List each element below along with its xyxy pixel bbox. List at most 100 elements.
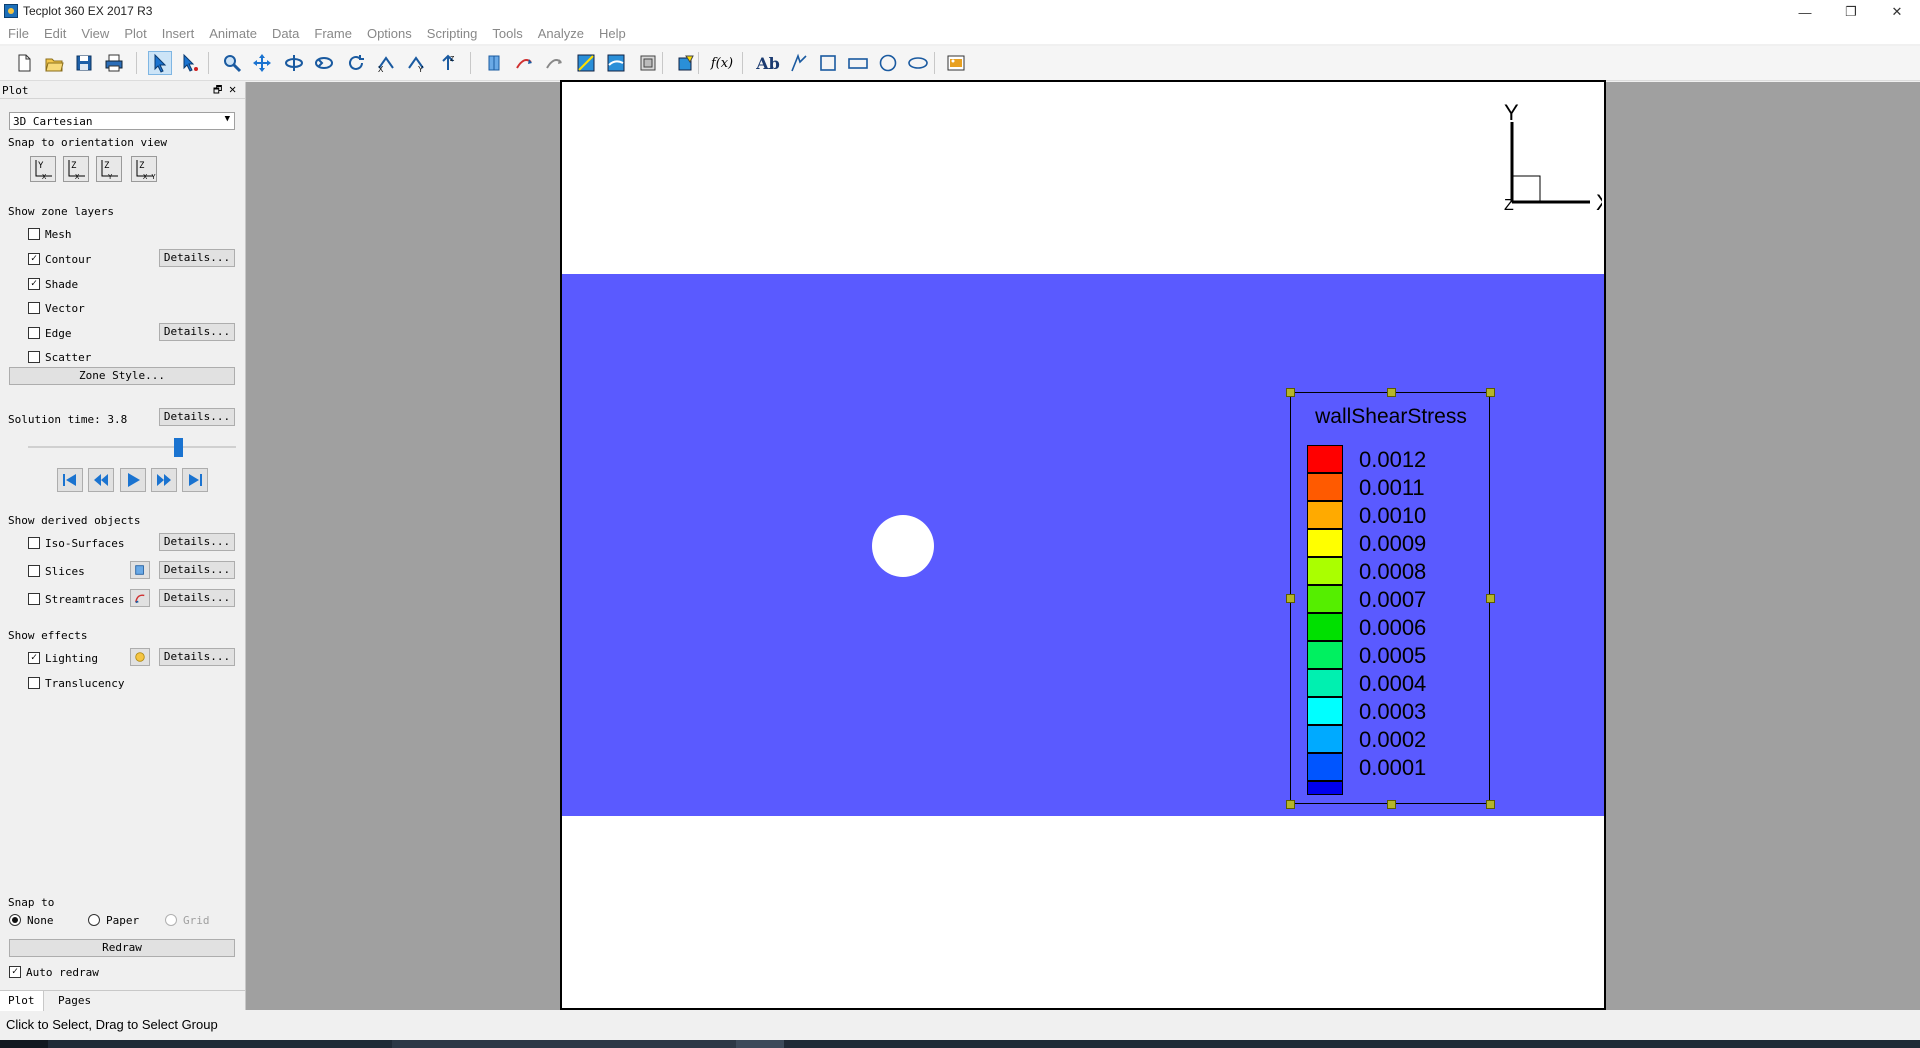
checkbox-lighting[interactable]: ✓: [28, 652, 40, 664]
menu-data[interactable]: Data: [264, 24, 306, 44]
menu-tools[interactable]: Tools: [484, 24, 529, 44]
checkbox-vector[interactable]: [28, 302, 40, 314]
orient-view-3-button[interactable]: Z X Y: [131, 156, 157, 182]
float-panel-icon[interactable]: 🗗: [213, 83, 222, 100]
checkbox-slices[interactable]: [28, 565, 40, 577]
restore-button[interactable]: ❐: [1828, 0, 1874, 24]
play-button[interactable]: [120, 468, 146, 492]
rotate-z-icon[interactable]: Z: [436, 51, 460, 75]
text-icon[interactable]: Ab: [756, 51, 780, 75]
minimize-button[interactable]: —: [1782, 0, 1828, 24]
rotate-y-icon[interactable]: Y: [404, 51, 428, 75]
geometry-edit-icon[interactable]: [674, 51, 698, 75]
selection-handle[interactable]: [1486, 594, 1495, 603]
menu-insert[interactable]: Insert: [154, 24, 202, 44]
step-back-button[interactable]: [88, 468, 114, 492]
adjustor-icon[interactable]: [178, 51, 202, 75]
checkbox-isosurfaces[interactable]: [28, 537, 40, 549]
menu-help[interactable]: Help: [591, 24, 633, 44]
rotate-rollerball-icon[interactable]: [312, 51, 336, 75]
solution-time-details-button[interactable]: Details...: [159, 408, 235, 426]
selection-handle[interactable]: [1486, 388, 1495, 397]
menu-animate[interactable]: Animate: [201, 24, 264, 44]
save-icon[interactable]: [72, 51, 96, 75]
extract-polyline-icon[interactable]: [542, 51, 566, 75]
last-frame-button[interactable]: [182, 468, 208, 492]
select-arrow-icon[interactable]: [148, 51, 172, 75]
probe-icon[interactable]: [482, 51, 506, 75]
rotate-x-icon[interactable]: X: [374, 51, 398, 75]
contour-details-button[interactable]: Details...: [159, 249, 235, 267]
extract-line-icon[interactable]: [512, 51, 536, 75]
menu-scripting[interactable]: Scripting: [419, 24, 485, 44]
rotate-spherical-icon[interactable]: [282, 51, 306, 75]
solution-time-slider[interactable]: [28, 446, 236, 448]
function-icon[interactable]: f(x): [710, 51, 734, 75]
axis-orient-icon: ZY: [101, 160, 118, 181]
menu-edit[interactable]: Edit: [36, 24, 73, 44]
selection-handle[interactable]: [1286, 800, 1295, 809]
checkbox-edge[interactable]: [28, 327, 40, 339]
checkbox-translucency[interactable]: [28, 677, 40, 689]
close-panel-icon[interactable]: ✕: [229, 82, 236, 96]
lighting-mode-button[interactable]: [130, 648, 150, 666]
lighting-details-button[interactable]: Details...: [159, 648, 235, 666]
tab-plot[interactable]: Plot: [0, 991, 44, 1011]
orient-view-1-button[interactable]: ZX: [63, 156, 89, 182]
open-file-icon[interactable]: [42, 51, 66, 75]
ellipse-icon[interactable]: [906, 51, 930, 75]
menu-frame[interactable]: Frame: [306, 24, 359, 44]
contour-add-icon[interactable]: [574, 51, 598, 75]
plot-type-dropdown[interactable]: 3D Cartesian ▼: [9, 112, 235, 130]
snap-radio-grid[interactable]: [165, 914, 177, 926]
first-frame-button[interactable]: [57, 468, 83, 492]
isosurfaces-details-button[interactable]: Details...: [159, 533, 235, 551]
orient-view-0-button[interactable]: YX: [30, 156, 56, 182]
zone-create-icon[interactable]: [636, 51, 660, 75]
contour-legend[interactable]: wallShearStress 0.0012 0.0011 0.0010 0.0009…: [1286, 388, 1495, 809]
new-file-icon[interactable]: [12, 51, 36, 75]
tab-pages[interactable]: Pages: [50, 991, 99, 1011]
selection-handle[interactable]: [1387, 388, 1396, 397]
checkbox-streamtraces[interactable]: [28, 593, 40, 605]
checkbox-contour[interactable]: ✓: [28, 253, 40, 265]
slices-details-button[interactable]: Details...: [159, 561, 235, 579]
selection-handle[interactable]: [1387, 800, 1396, 809]
edge-details-button[interactable]: Details...: [159, 323, 235, 341]
streamtraces-details-button[interactable]: Details...: [159, 589, 235, 607]
checkbox-scatter[interactable]: [28, 351, 40, 363]
auto-redraw-checkbox[interactable]: ✓: [9, 966, 21, 978]
menu-file[interactable]: File: [0, 24, 36, 44]
zoom-icon[interactable]: [220, 51, 244, 75]
menu-view[interactable]: View: [73, 24, 116, 44]
menu-options[interactable]: Options: [359, 24, 419, 44]
rectangle-icon[interactable]: [846, 51, 870, 75]
snap-radio-none[interactable]: [9, 914, 21, 926]
streamtraces-mode-button[interactable]: [130, 589, 150, 607]
slices-mode-button[interactable]: [130, 561, 150, 579]
translate-icon[interactable]: [250, 51, 274, 75]
selection-handle[interactable]: [1486, 800, 1495, 809]
menu-plot[interactable]: Plot: [116, 24, 153, 44]
circle-icon[interactable]: [876, 51, 900, 75]
redraw-button[interactable]: Redraw: [9, 939, 235, 957]
polyline-icon[interactable]: [786, 51, 810, 75]
contour-remove-icon[interactable]: [604, 51, 628, 75]
selection-handle[interactable]: [1286, 594, 1295, 603]
checkbox-mesh[interactable]: [28, 228, 40, 240]
plot-frame[interactable]: wallShearStress 0.0012 0.0011 0.0010 0.0009…: [560, 80, 1606, 1010]
menu-analyze[interactable]: Analyze: [530, 24, 591, 44]
legend-level-label: 0.0004: [1359, 671, 1427, 696]
slider-thumb[interactable]: [174, 438, 183, 457]
rotate-twist-icon[interactable]: [344, 51, 368, 75]
checkbox-shade[interactable]: ✓: [28, 278, 40, 290]
print-icon[interactable]: [102, 51, 126, 75]
zone-style-button[interactable]: Zone Style...: [9, 367, 235, 385]
image-icon[interactable]: [944, 51, 968, 75]
selection-handle[interactable]: [1286, 388, 1295, 397]
orient-view-2-button[interactable]: ZY: [96, 156, 122, 182]
close-window-button[interactable]: ✕: [1874, 0, 1920, 24]
snap-radio-paper[interactable]: [88, 914, 100, 926]
square-icon[interactable]: [816, 51, 840, 75]
step-forward-button[interactable]: [151, 468, 177, 492]
